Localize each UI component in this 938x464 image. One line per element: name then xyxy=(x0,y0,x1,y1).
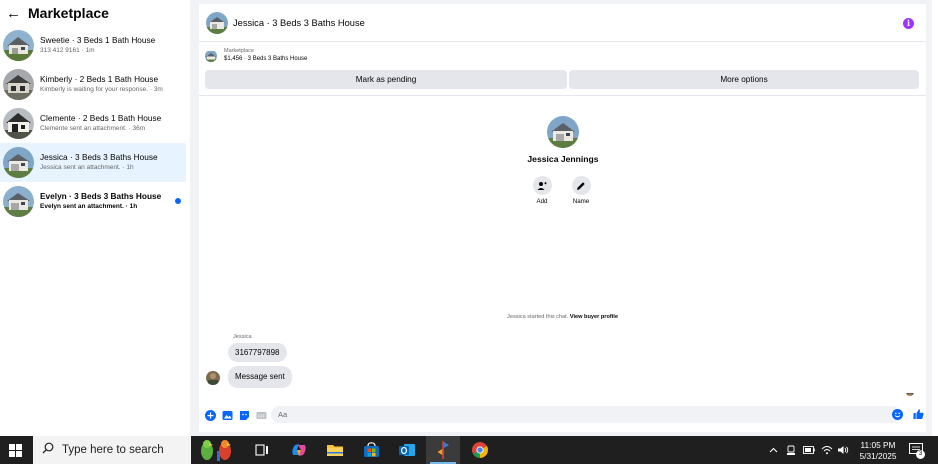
conversation-item-kimberly[interactable]: Kimberly · 2 Beds 1 Bath House Kimberly … xyxy=(0,65,190,104)
svg-text:GIF: GIF xyxy=(258,413,266,418)
search-placeholder: Type here to search xyxy=(62,444,164,456)
house-avatar[interactable] xyxy=(206,11,228,34)
microsoft-store-icon[interactable] xyxy=(354,436,388,464)
pencil-icon[interactable] xyxy=(571,176,591,195)
sidebar-header: ← Marketplace xyxy=(0,0,190,26)
sender-avatar[interactable] xyxy=(206,371,220,385)
sticker-icon[interactable] xyxy=(239,410,250,421)
conversation-name: Kimberly · 2 Beds 1 Bath House xyxy=(40,74,159,84)
view-buyer-profile-link[interactable]: View buyer profile xyxy=(570,314,618,320)
add-contact-action[interactable]: Add xyxy=(527,176,557,205)
conversation-preview: Evelyn sent an attachment. · 1h xyxy=(40,203,138,210)
info-icon[interactable]: i xyxy=(903,18,914,29)
buyer-name[interactable]: Jessica Jennings xyxy=(513,154,613,164)
conversation-item-jessica[interactable]: Jessica · 3 Beds 3 Baths House Jessica s… xyxy=(0,143,186,182)
message-bubble[interactable]: Message sent xyxy=(228,366,292,388)
conversation-preview: Jessica sent an attachment. · 1h xyxy=(40,164,134,171)
system-message-text: Jessica started this chat. xyxy=(507,314,569,320)
house-thumbnail xyxy=(3,186,34,217)
plus-icon[interactable] xyxy=(205,409,216,421)
flag-app-icon[interactable] xyxy=(426,436,460,464)
conversation-name: Clemente · 2 Beds 1 Bath House xyxy=(40,113,162,123)
chevron-up-icon[interactable] xyxy=(766,436,780,464)
meet-now-icon[interactable] xyxy=(784,436,798,464)
house-thumbnail xyxy=(3,108,34,139)
emoji-icon[interactable] xyxy=(892,409,903,420)
set-nickname-action[interactable]: Name xyxy=(566,176,596,205)
listing-preview[interactable]: Marketplace $1,456 · 3 Beds 3 Baths Hous… xyxy=(205,47,307,64)
listing-thumbnail xyxy=(205,50,217,62)
sidebar-title: Marketplace xyxy=(28,5,109,21)
clock-time: 11:05 PM xyxy=(860,440,896,450)
notification-center-icon[interactable]: 3 xyxy=(906,441,926,459)
conversation-preview: Kimberly is waiting for your response. ·… xyxy=(40,86,163,93)
message-bubble[interactable]: 3167797898 xyxy=(228,343,287,362)
add-label: Add xyxy=(536,198,548,205)
file-explorer-icon[interactable] xyxy=(318,436,352,464)
unread-indicator-icon xyxy=(175,198,181,204)
conversation-name: Sweetie · 3 Beds 1 Bath House xyxy=(40,35,156,45)
name-label: Name xyxy=(572,198,590,205)
seen-receipt-avatar xyxy=(906,388,914,396)
more-options-button[interactable]: More options xyxy=(569,70,919,89)
conversation-preview: Clemente sent an attachment. · 36m xyxy=(40,125,146,132)
conversation-preview: 313 412 9161 · 1m xyxy=(40,47,95,54)
listing-source: Marketplace xyxy=(224,48,254,54)
message-input[interactable]: Aa xyxy=(271,406,901,423)
back-arrow-icon[interactable]: ← xyxy=(6,5,21,22)
conversation-item-clemente[interactable]: Clemente · 2 Beds 1 Bath House Clemente … xyxy=(0,104,190,143)
conversation-name: Evelyn · 3 Beds 3 Baths House xyxy=(40,191,162,201)
add-person-icon[interactable] xyxy=(532,176,552,195)
system-clock[interactable]: 11:05 PM 5/31/2025 xyxy=(848,440,908,462)
system-message: Jessica started this chat. View buyer pr… xyxy=(199,314,926,320)
listing-title: $1,456 · 3 Beds 3 Baths House xyxy=(224,56,308,62)
thumbs-up-icon[interactable] xyxy=(913,408,924,419)
conversation-item-sweetie[interactable]: Sweetie · 3 Beds 1 Bath House 313 412 91… xyxy=(0,26,190,65)
house-thumbnail xyxy=(3,30,34,61)
conversation-sidebar: ← Marketplace Sweetie · 3 Beds 1 Bath Ho… xyxy=(0,0,190,436)
wifi-icon[interactable] xyxy=(820,436,834,464)
outlook-icon[interactable] xyxy=(390,436,424,464)
clock-date: 5/31/2025 xyxy=(859,451,897,461)
window-edge xyxy=(932,0,938,436)
conversation-item-evelyn[interactable]: Evelyn · 3 Beds 3 Baths House Evelyn sen… xyxy=(0,182,190,221)
search-icon xyxy=(42,441,54,459)
chat-title[interactable]: Jessica · 3 Beds 3 Baths House xyxy=(233,18,365,28)
chat-header: Jessica · 3 Beds 3 Baths House i xyxy=(199,4,926,42)
notification-count-badge: 3 xyxy=(916,450,925,459)
message-composer: GIF Aa xyxy=(199,404,926,426)
buyer-profile: Jessica Jennings xyxy=(513,116,613,164)
task-view-icon[interactable] xyxy=(245,436,279,464)
chrome-icon[interactable] xyxy=(463,436,497,464)
photo-icon[interactable] xyxy=(222,410,233,421)
taskbar-search[interactable]: Type here to search xyxy=(33,436,191,464)
chat-panel: Jessica · 3 Beds 3 Baths House i Marketp… xyxy=(199,4,926,432)
sender-name: Jessica xyxy=(233,334,252,340)
windows-taskbar: Type here to search 11:05 PM 5/31/2025 3 xyxy=(0,436,938,464)
battery-icon[interactable] xyxy=(802,436,816,464)
conversation-name: Jessica · 3 Beds 3 Baths House xyxy=(40,152,158,162)
mark-as-pending-button[interactable]: Mark as pending xyxy=(205,70,567,89)
divider xyxy=(199,95,926,96)
house-thumbnail xyxy=(3,69,34,100)
copilot-icon[interactable] xyxy=(282,436,316,464)
parrots-widget-icon[interactable] xyxy=(193,436,241,464)
gif-icon[interactable]: GIF xyxy=(256,410,267,421)
windows-start-icon[interactable] xyxy=(0,436,30,464)
buyer-avatar[interactable] xyxy=(547,116,579,148)
house-thumbnail xyxy=(3,147,34,178)
